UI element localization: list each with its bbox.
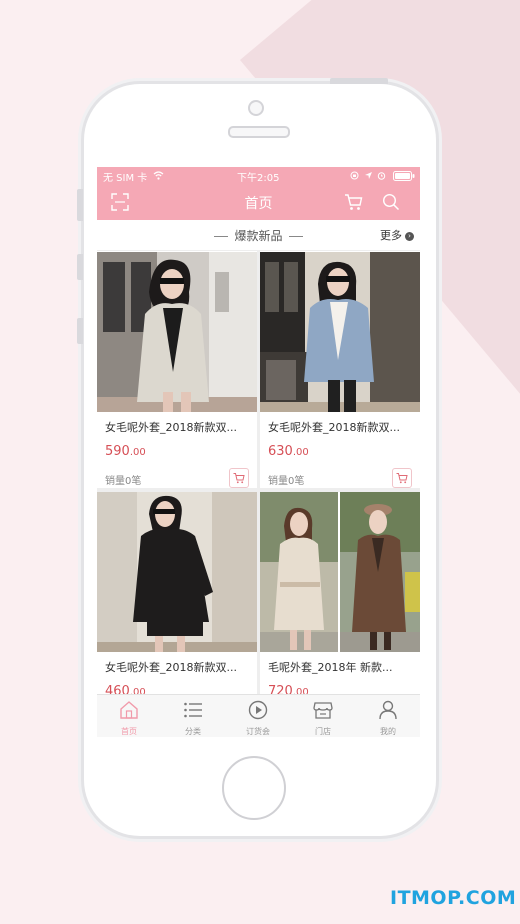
cart-icon (396, 473, 408, 484)
store-icon (313, 702, 333, 719)
power-button (330, 78, 388, 84)
sales-count: 销量0笔 (105, 476, 142, 487)
tab-category[interactable]: 分类 (161, 695, 225, 737)
tab-store[interactable]: 门店 (291, 695, 355, 737)
earpiece-speaker (228, 126, 290, 138)
product-card[interactable]: 毛呢外套_2018年 新款... 720.00 (260, 492, 420, 699)
add-to-cart-button[interactable] (392, 468, 412, 488)
alarm-icon (377, 172, 386, 180)
section-title: 爆款新品 (97, 227, 420, 244)
mute-switch (77, 189, 83, 221)
tab-order-fair[interactable]: 订货会 (226, 695, 290, 737)
product-card[interactable]: 女毛呢外套_2018新款双... 630.00 销量0笔 (260, 252, 420, 488)
product-image[interactable] (97, 252, 257, 412)
tab-label: 分类 (185, 727, 201, 736)
location-icon (365, 172, 372, 179)
section-title-text: 爆款新品 (234, 229, 283, 243)
user-icon (379, 700, 397, 720)
chevron-right-icon: › (405, 231, 414, 241)
home-icon (120, 701, 138, 719)
status-bar: 无 SIM 卡 下午2:05 (97, 167, 420, 184)
cart-icon (233, 473, 245, 484)
price-decimal: .00 (292, 447, 309, 458)
product-card[interactable]: 女毛呢外套_2018新款双... 590.00 销量0笔 (97, 252, 257, 488)
sales-count: 销量0笔 (268, 476, 305, 487)
price-decimal: .00 (129, 447, 146, 458)
tab-label: 门店 (315, 727, 331, 736)
app-screen: 无 SIM 卡 下午2:05 首页 爆款新品 更多 › 女毛呢外套_2018新款… (97, 167, 420, 737)
volume-down-button (77, 318, 83, 344)
play-icon (248, 700, 268, 720)
product-name[interactable]: 毛呢外套_2018年 新款... (268, 659, 416, 675)
front-camera (248, 100, 264, 116)
product-name[interactable]: 女毛呢外套_2018新款双... (105, 659, 253, 675)
tab-label: 订货会 (246, 727, 270, 736)
tab-bar: 首页 分类 订货会 门店 我的 (97, 694, 420, 737)
price-integer: 590 (105, 444, 130, 459)
product-card[interactable]: 女毛呢外套_2018新款双... 460.00 (97, 492, 257, 699)
product-name[interactable]: 女毛呢外套_2018新款双... (105, 419, 253, 435)
product-image[interactable] (260, 492, 420, 652)
cart-icon[interactable] (344, 193, 363, 211)
tab-label: 首页 (121, 727, 137, 736)
page-title: 首页 (244, 196, 273, 212)
clock: 下午2:05 (237, 173, 280, 184)
watermark: ITMOP.COM (390, 887, 517, 909)
product-name[interactable]: 女毛呢外套_2018新款双... (268, 419, 416, 435)
title-dash-right (288, 236, 303, 237)
product-image[interactable] (260, 252, 420, 412)
more-link-text[interactable]: 更多 (380, 229, 402, 242)
tab-label: 我的 (380, 727, 396, 736)
list-icon (184, 702, 202, 718)
battery-icon (393, 171, 415, 181)
wifi-icon (153, 171, 164, 180)
product-price: 630.00 (268, 444, 309, 459)
nav-bar: 首页 (97, 184, 420, 220)
volume-up-button (77, 254, 83, 280)
carrier-label: 无 SIM 卡 (103, 173, 148, 184)
product-image[interactable] (97, 492, 257, 652)
more-link[interactable]: 更多 › (380, 227, 414, 243)
section-header: 爆款新品 更多 › (97, 220, 420, 251)
add-to-cart-button[interactable] (229, 468, 249, 488)
tab-home[interactable]: 首页 (97, 695, 161, 737)
title-dash-left (214, 236, 229, 237)
price-integer: 630 (268, 444, 293, 459)
tab-profile[interactable]: 我的 (356, 695, 420, 737)
search-icon[interactable] (382, 193, 400, 211)
home-button[interactable] (222, 756, 286, 820)
product-price: 590.00 (105, 444, 146, 459)
lock-rotation-icon (350, 171, 359, 180)
